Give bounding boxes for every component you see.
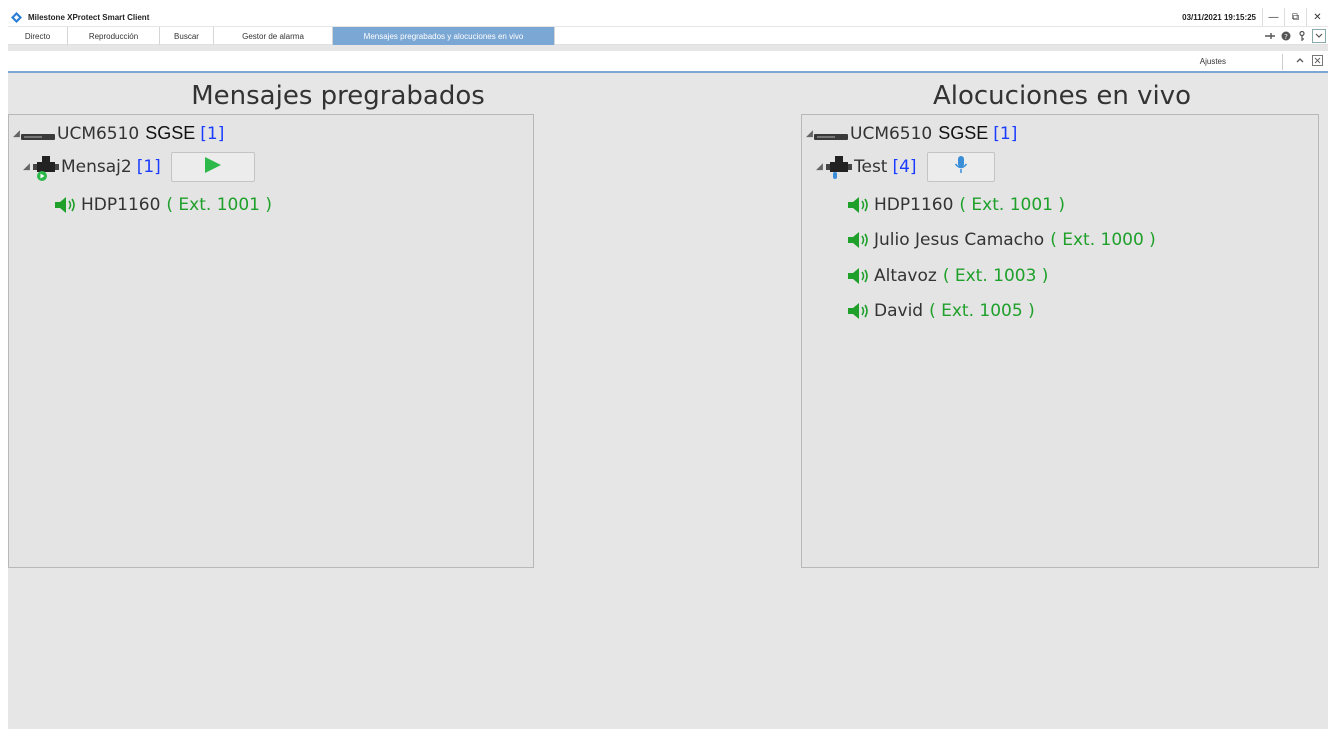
live-announcements-heading: Alocuciones en vivo	[932, 81, 1192, 111]
divider	[1282, 54, 1283, 70]
restore-button[interactable]: ⧉	[1284, 8, 1306, 26]
server-device-icon	[21, 128, 57, 140]
device-extension: ( Ext. 1003 )	[942, 266, 1049, 286]
app-title: Milestone XProtect Smart Client	[28, 12, 150, 22]
group-count: [1]	[136, 157, 161, 177]
help-icon[interactable]: ?	[1278, 27, 1294, 45]
server-name: UCM6510	[850, 123, 933, 144]
tab-buscar[interactable]: Buscar	[160, 27, 214, 45]
device-row[interactable]: Altavoz ( Ext. 1003 )	[846, 266, 1048, 286]
collapse-arrow-icon[interactable]: ◢	[13, 129, 21, 139]
device-row[interactable]: HDP1160 ( Ext. 1001 )	[846, 195, 1065, 215]
collapse-icon[interactable]	[1296, 55, 1304, 65]
group-row[interactable]: ◢ Test [4]	[816, 152, 995, 182]
device-row[interactable]: HDP1160 ( Ext. 1001 )	[53, 195, 272, 215]
milestone-logo-icon	[11, 11, 22, 23]
play-icon	[204, 156, 222, 178]
live-panel: ◢ UCM6510 SGSE [1] ◢ Test [4] HDP1160 (…	[801, 114, 1319, 568]
speaker-icon	[846, 231, 874, 249]
tab-directo[interactable]: Directo	[8, 27, 68, 45]
device-extension: ( Ext. 1001 )	[166, 195, 273, 215]
svg-text:?: ?	[1284, 33, 1288, 41]
device-name: Altavoz	[874, 266, 937, 286]
settings-button[interactable]: Ajustes	[1200, 57, 1226, 66]
speaker-group-icon	[824, 152, 854, 182]
title-bar: Milestone XProtect Smart Client 03/11/20…	[8, 8, 1328, 26]
device-row[interactable]: Julio Jesus Camacho ( Ext. 1000 )	[846, 230, 1156, 250]
collapse-arrow-icon[interactable]: ◢	[23, 162, 31, 172]
settings-bar: Ajustes	[8, 51, 1328, 73]
group-name: Mensaj2	[61, 157, 132, 177]
device-name: HDP1160	[81, 195, 161, 215]
server-name: UCM6510	[57, 123, 140, 144]
key-icon[interactable]	[1294, 27, 1310, 45]
server-count: [1]	[200, 123, 225, 144]
server-row[interactable]: ◢ UCM6510 SGSE [1]	[806, 123, 1017, 144]
speaker-icon	[53, 196, 81, 214]
tab-gestor-de-alarma[interactable]: Gestor de alarma	[214, 27, 333, 45]
clock: 03/11/2021 19:15:25	[1182, 12, 1256, 22]
collapse-arrow-icon[interactable]: ◢	[806, 129, 814, 139]
speaker-group-icon	[31, 152, 61, 182]
group-row[interactable]: ◢ Mensaj2 [1]	[23, 152, 255, 182]
tab-reproduccion[interactable]: Reproducción	[68, 27, 160, 45]
tab-mensajes-alocuciones[interactable]: Mensajes pregrabados y alocuciones en vi…	[333, 27, 555, 45]
server-count: [1]	[993, 123, 1018, 144]
device-name: David	[874, 301, 924, 321]
play-button[interactable]	[170, 152, 255, 182]
device-extension: ( Ext. 1005 )	[929, 301, 1035, 321]
device-extension: ( Ext. 1000 )	[1050, 230, 1156, 250]
server-site: SGSE	[938, 123, 989, 143]
server-row[interactable]: ◢ UCM6510 SGSE [1]	[13, 123, 224, 144]
close-button[interactable]: ✕	[1306, 8, 1328, 26]
maximize-icon[interactable]	[1312, 55, 1323, 66]
minimize-button[interactable]: —	[1262, 8, 1284, 26]
device-name: Julio Jesus Camacho	[874, 230, 1045, 250]
microphone-icon	[954, 155, 968, 179]
device-extension: ( Ext. 1001 )	[959, 195, 1066, 215]
pin-icon[interactable]	[1262, 27, 1278, 45]
speaker-icon	[846, 196, 874, 214]
prerecorded-panel: ◢ UCM6510 SGSE [1] ◢ Mensaj2 [1] HDP1160…	[8, 114, 534, 568]
device-row[interactable]: David ( Ext. 1005 )	[846, 301, 1035, 321]
tab-bar: Directo Reproducción Buscar Gestor de al…	[8, 27, 1328, 45]
group-count: [4]	[892, 157, 917, 177]
speaker-icon	[846, 267, 874, 285]
app-window: Milestone XProtect Smart Client 03/11/20…	[8, 8, 1328, 729]
group-name: Test	[854, 157, 888, 177]
server-device-icon	[814, 128, 850, 140]
speaker-icon	[846, 302, 874, 320]
prerecorded-heading: Mensajes pregrabados	[191, 81, 485, 111]
chevron-down-icon[interactable]	[1312, 29, 1326, 43]
device-name: HDP1160	[874, 195, 954, 215]
collapse-arrow-icon[interactable]: ◢	[816, 162, 824, 172]
server-site: SGSE	[145, 123, 196, 143]
microphone-button[interactable]	[926, 152, 995, 182]
